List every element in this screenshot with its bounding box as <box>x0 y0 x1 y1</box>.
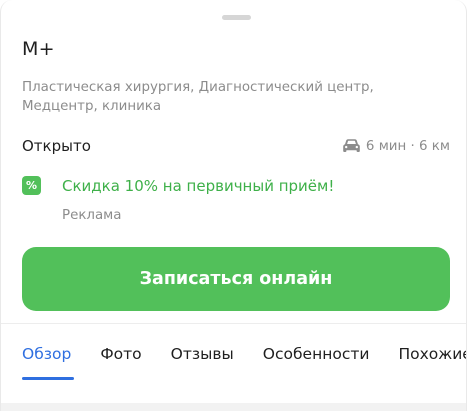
bottom-strip <box>1 403 466 411</box>
car-icon <box>343 139 360 152</box>
book-online-button[interactable]: Записаться онлайн <box>22 247 450 311</box>
travel-info[interactable]: 6 мин · 6 км <box>343 139 450 154</box>
drag-handle[interactable] <box>222 15 251 20</box>
tab-photos[interactable]: Фото <box>100 345 141 363</box>
discount-icon: % <box>22 176 41 195</box>
open-status: Открыто <box>22 137 91 155</box>
promo-text: Скидка 10% на первичный приём! <box>62 176 335 195</box>
divider <box>1 323 466 324</box>
place-title: М+ <box>22 38 55 60</box>
tab-overview[interactable]: Обзор <box>22 345 71 363</box>
tab-bar: Обзор Фото Отзывы Особенности Похожие <box>22 345 466 363</box>
active-tab-indicator <box>22 377 74 380</box>
promo-row[interactable]: % Скидка 10% на первичный приём! <box>22 176 334 195</box>
tab-similar[interactable]: Похожие <box>398 345 466 363</box>
ad-label: Реклама <box>62 208 122 223</box>
tab-reviews[interactable]: Отзывы <box>171 345 234 363</box>
travel-text: 6 мин · 6 км <box>365 138 450 154</box>
place-card: М+ Пластическая хирургия, Диагностически… <box>0 0 467 411</box>
tab-features[interactable]: Особенности <box>263 345 370 363</box>
place-categories: Пластическая хирургия, Диагностический ц… <box>22 80 374 114</box>
status-row: Открыто 6 мин · 6 км <box>22 135 450 157</box>
